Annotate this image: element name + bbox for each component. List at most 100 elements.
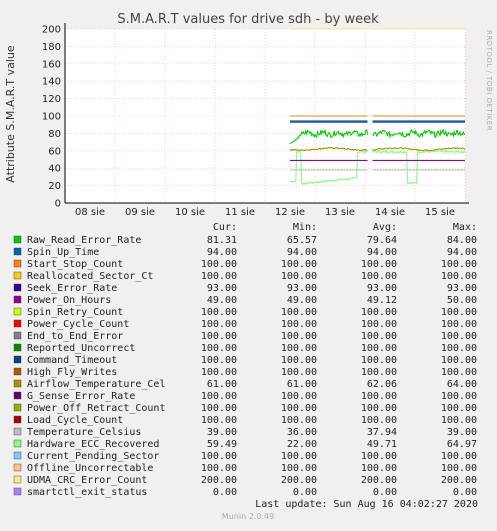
legend-value: 100.00 [361, 271, 397, 282]
legend-series-name: Power_Cycle_Count [27, 319, 129, 330]
legend-value: 100.00 [361, 343, 397, 354]
legend-value: 100.00 [281, 331, 317, 342]
legend-value: 62.06 [367, 379, 397, 390]
legend-swatch [13, 391, 22, 400]
legend-value: 81.31 [207, 235, 237, 246]
legend-value: 64.00 [447, 379, 477, 390]
legend-value: 100.00 [201, 343, 237, 354]
legend-value: 61.00 [287, 379, 317, 390]
x-tick-label: 13 sie [325, 207, 355, 218]
legend-value: 100.00 [441, 319, 477, 330]
legend-series-name: smartctl_exit_status [27, 487, 147, 498]
legend-value: 100.00 [201, 259, 237, 270]
x-tick-label: 14 sie [375, 207, 405, 218]
legend-value: 36.00 [287, 427, 317, 438]
rrdtool-credit: RRDTOOL / TOBI OETIKER [485, 30, 493, 131]
legend-column-header: Max: [453, 222, 477, 233]
legend-value: 0.00 [453, 487, 477, 498]
legend-series-name: Reported_Uncorrect [27, 343, 135, 354]
legend-value: 49.00 [207, 295, 237, 306]
legend-series-name: Load_Cycle_Count [27, 415, 123, 426]
legend-series-name: Command_Timeout [27, 355, 117, 366]
y-tick-label: 180 [42, 42, 61, 53]
legend-swatch [13, 403, 22, 412]
munin-graph: S.M.A.R.T values for drive sdh - by week… [0, 0, 497, 527]
legend-series-name: Spin_Up_Time [27, 247, 99, 258]
legend-swatch [13, 367, 22, 376]
legend-swatch [13, 271, 22, 280]
legend-value: 100.00 [201, 463, 237, 474]
legend-series-name: End_to_End_Error [27, 331, 123, 342]
legend-series-name: Temperature_Celsius [27, 427, 141, 438]
y-tick-label: 100 [42, 112, 61, 123]
legend-value: 0.00 [213, 487, 237, 498]
legend-value: 49.00 [287, 295, 317, 306]
legend-value: 100.00 [361, 355, 397, 366]
legend-value: 200.00 [201, 475, 237, 486]
legend-value: 100.00 [361, 403, 397, 414]
legend-value: 93.00 [287, 283, 317, 294]
legend-value: 0.00 [293, 487, 317, 498]
legend-value: 100.00 [441, 271, 477, 282]
legend-value: 100.00 [201, 451, 237, 462]
legend-value: 100.00 [201, 271, 237, 282]
legend-value: 100.00 [281, 451, 317, 462]
legend-value: 100.00 [281, 343, 317, 354]
legend-series-name: Reallocated_Sector_Ct [27, 271, 153, 282]
legend-value: 100.00 [441, 415, 477, 426]
legend-value: 61.00 [207, 379, 237, 390]
legend-value: 100.00 [361, 331, 397, 342]
chart-svg: S.M.A.R.T values for drive sdh - by week… [0, 0, 497, 527]
legend-swatch [13, 463, 22, 472]
legend-value: 100.00 [361, 391, 397, 402]
x-tick-label: 11 sie [225, 207, 255, 218]
legend-value: 100.00 [441, 403, 477, 414]
y-tick-label: 200 [42, 25, 61, 36]
legend-swatch [13, 379, 22, 388]
legend-value: 100.00 [201, 307, 237, 318]
chart-title: S.M.A.R.T values for drive sdh - by week [117, 12, 379, 27]
legend-value: 100.00 [441, 367, 477, 378]
legend-value: 0.00 [373, 487, 397, 498]
legend-swatch [13, 427, 22, 436]
legend-swatch [13, 235, 22, 244]
legend-value: 200.00 [361, 475, 397, 486]
legend-column-header: Cur: [213, 222, 237, 233]
legend-swatch [13, 307, 22, 316]
legend-value: 100.00 [281, 415, 317, 426]
legend-series-name: Spin_Retry_Count [27, 307, 123, 318]
legend-swatch [13, 415, 22, 424]
legend-swatch [13, 295, 22, 304]
legend-swatch [13, 331, 22, 340]
legend-series-name: Airflow_Temperature_Cel [27, 379, 165, 390]
legend-value: 100.00 [361, 259, 397, 270]
legend-series-name: Seek_Error_Rate [27, 283, 117, 294]
legend-value: 100.00 [201, 403, 237, 414]
legend-value: 100.00 [281, 391, 317, 402]
legend-value: 100.00 [361, 463, 397, 474]
legend-value: 100.00 [201, 319, 237, 330]
legend-value: 100.00 [201, 331, 237, 342]
x-tick-label: 15 sie [425, 207, 455, 218]
legend-series-name: UDMA_CRC_Error_Count [27, 475, 147, 486]
legend-swatch [13, 343, 22, 352]
x-tick-label: 08 sie [75, 207, 105, 218]
legend-series-name: Power_On_Hours [27, 295, 111, 306]
legend-value: 200.00 [281, 475, 317, 486]
legend-value: 100.00 [201, 391, 237, 402]
legend-value: 100.00 [441, 331, 477, 342]
y-tick-label: 0 [55, 199, 61, 210]
legend-value: 93.00 [447, 283, 477, 294]
legend-value: 200.00 [441, 475, 477, 486]
legend-value: 93.00 [207, 283, 237, 294]
legend-column-header: Avg: [373, 222, 397, 233]
legend-column-header: Min: [293, 222, 317, 233]
x-tick-label: 10 sie [175, 207, 205, 218]
legend-value: 37.94 [367, 427, 397, 438]
legend-value: 100.00 [441, 343, 477, 354]
legend-series-name: Hardware_ECC_Recovered [27, 439, 159, 450]
legend-series-name: High_Fly_Writes [27, 367, 117, 378]
legend-value: 49.12 [367, 295, 397, 306]
y-axis-title: Attribute S.M.A.R.T value [4, 45, 17, 183]
legend-series-name: Raw_Read_Error_Rate [27, 235, 141, 246]
